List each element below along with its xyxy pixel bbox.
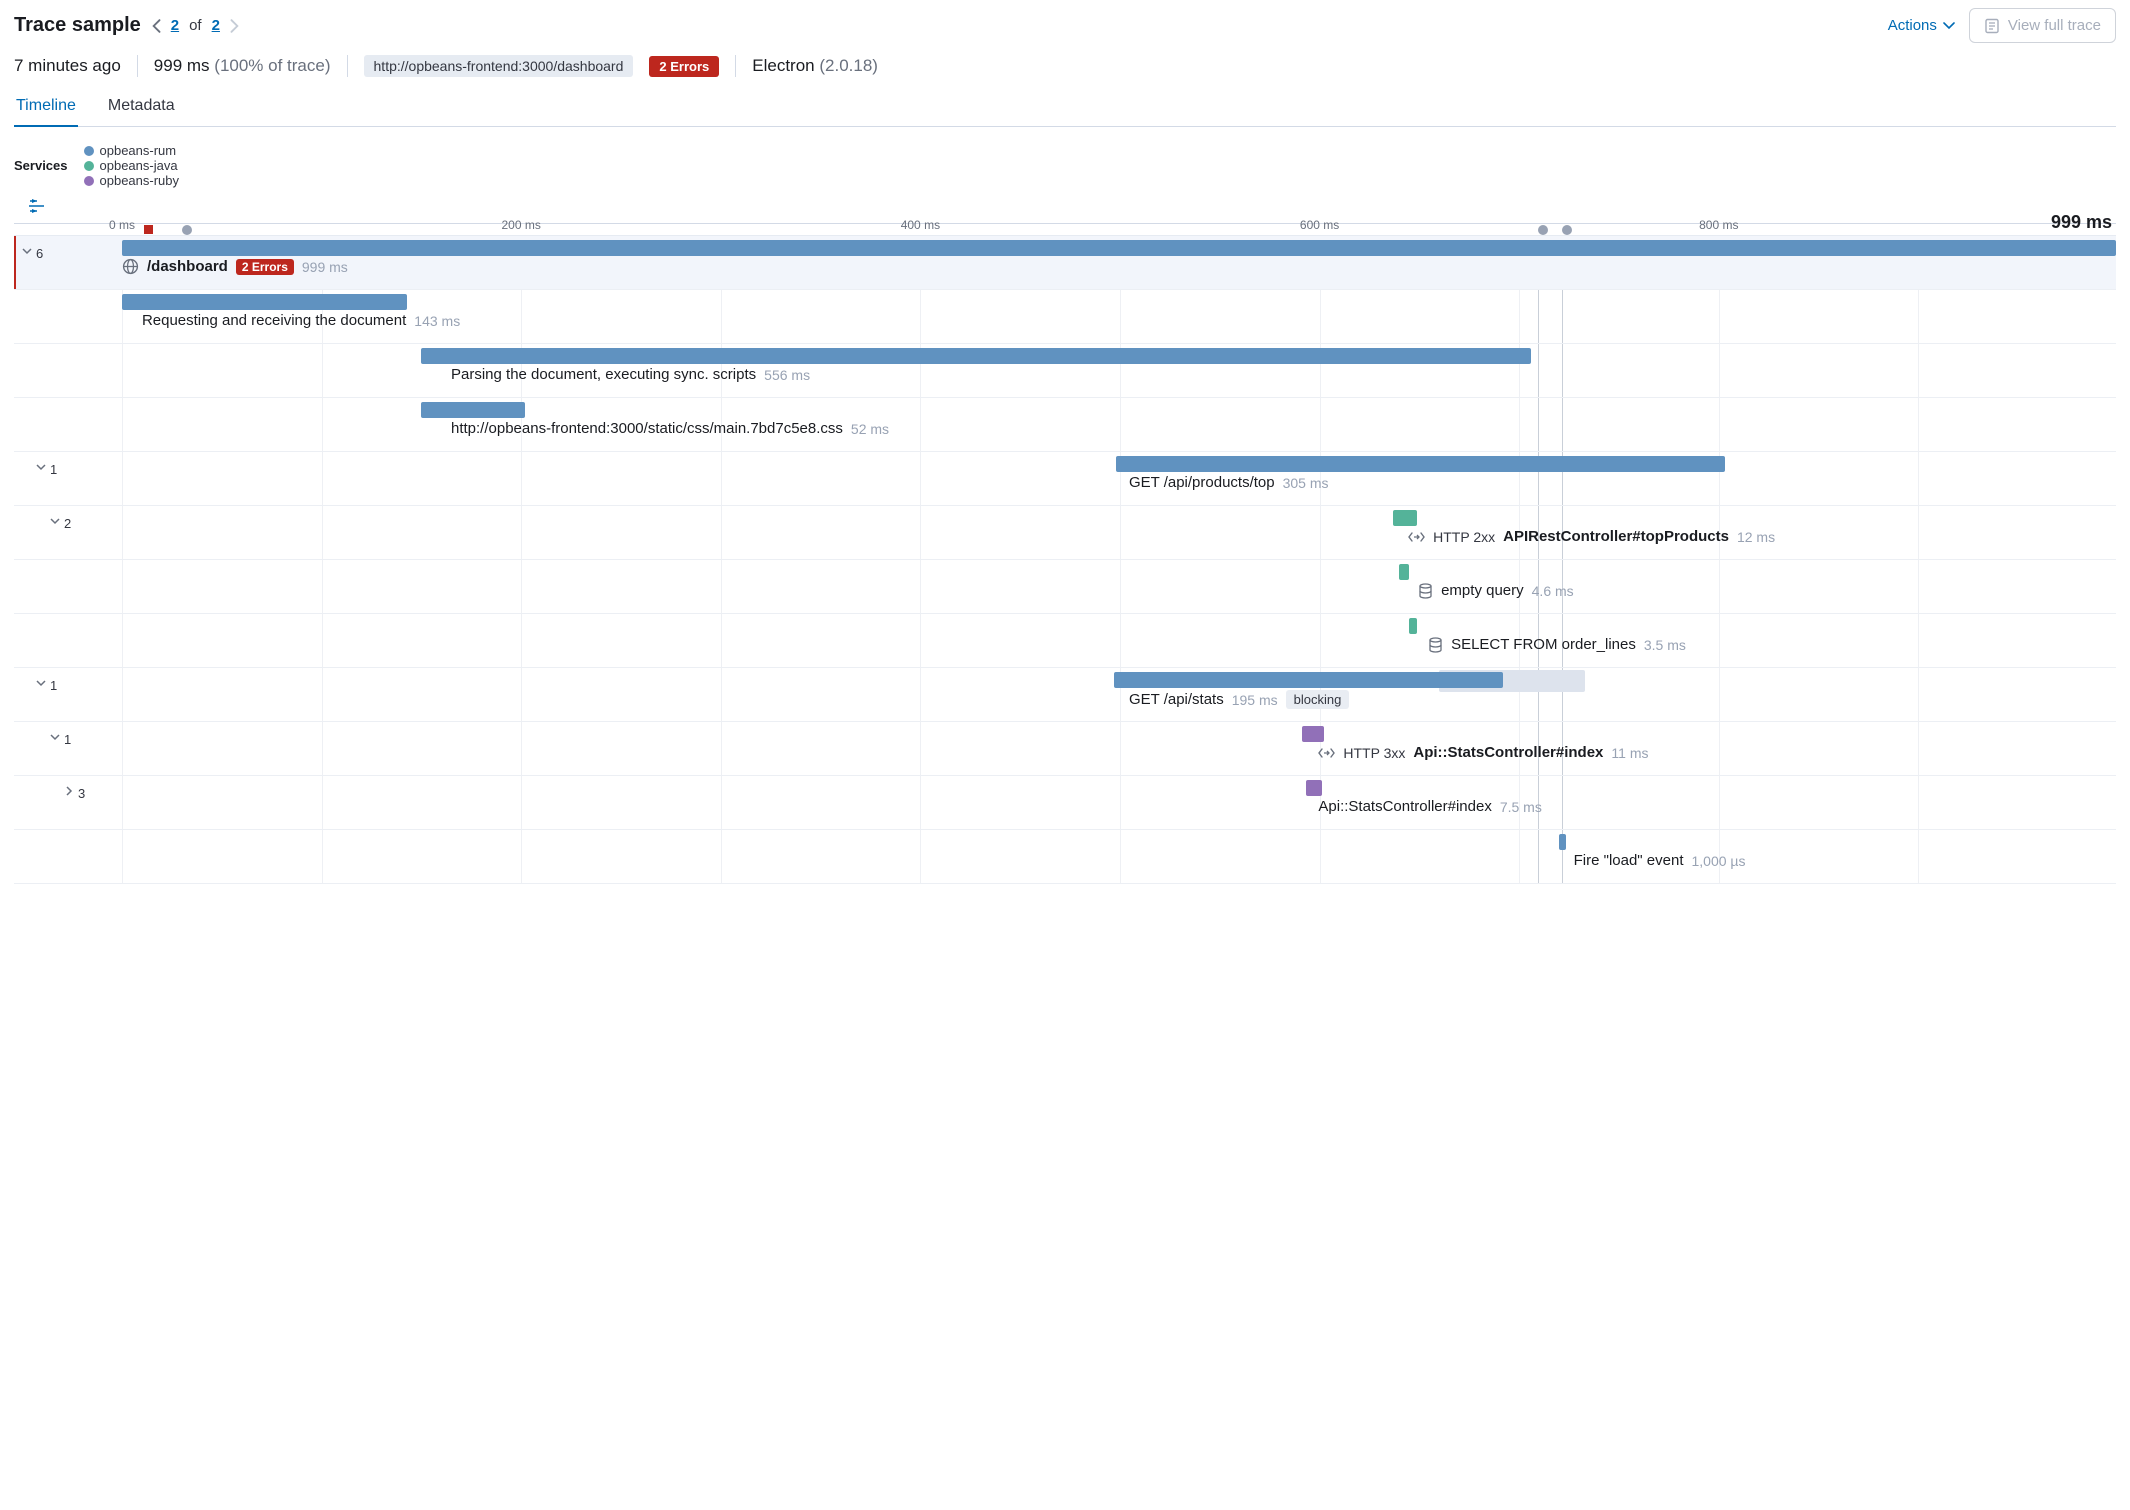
- span-duration: 999 ms: [302, 259, 348, 275]
- span-name: /dashboard: [147, 258, 228, 275]
- toggle-icon[interactable]: [64, 786, 74, 796]
- service-opbeans-rum[interactable]: opbeans-rum: [84, 143, 180, 158]
- timeline: 999 ms 0 ms200 ms400 ms600 ms800 ms 6/da…: [14, 198, 2116, 884]
- span-name: Parsing the document, executing sync. sc…: [451, 366, 756, 383]
- span-row[interactable]: Fire "load" event 1,000 µs: [14, 830, 2116, 884]
- span-bar[interactable]: [122, 240, 2116, 256]
- span-bar[interactable]: [1559, 834, 1566, 850]
- span-row[interactable]: Parsing the document, executing sync. sc…: [14, 344, 2116, 398]
- trace-meta: 7 minutes ago 999 ms (100% of trace) htt…: [14, 55, 2116, 77]
- span-bar[interactable]: [122, 294, 407, 310]
- span-name: http://opbeans-frontend:3000/static/css/…: [451, 420, 843, 437]
- span-duration: 1,000 µs: [1692, 853, 1746, 869]
- services-label: Services: [14, 158, 68, 173]
- toggle-icon[interactable]: [22, 246, 32, 256]
- page-title: Trace sample: [14, 14, 141, 37]
- marker-row: [14, 224, 2116, 236]
- pager: 2 of 2: [151, 17, 240, 34]
- span-duration: 7.5 ms: [1500, 799, 1542, 815]
- span-bar[interactable]: [1114, 672, 1503, 688]
- actions-menu[interactable]: Actions: [1888, 17, 1955, 34]
- services-legend: Services opbeans-rum opbeans-java opbean…: [14, 127, 2116, 198]
- service-opbeans-java[interactable]: opbeans-java: [84, 158, 180, 173]
- span-row[interactable]: http://opbeans-frontend:3000/static/css/…: [14, 398, 2116, 452]
- span-duration: 556 ms: [764, 367, 810, 383]
- span-duration: 12 ms: [1737, 529, 1775, 545]
- tab-metadata[interactable]: Metadata: [106, 87, 177, 126]
- span-duration: 143 ms: [414, 313, 460, 329]
- http-status: HTTP 2xx: [1433, 529, 1495, 545]
- span-bar[interactable]: [421, 402, 525, 418]
- span-duration: 305 ms: [1283, 475, 1329, 491]
- span-bar[interactable]: [1393, 510, 1417, 526]
- span-row[interactable]: SELECT FROM order_lines 3.5 ms: [14, 614, 2116, 668]
- pager-current[interactable]: 2: [171, 17, 179, 34]
- pager-prev[interactable]: [151, 19, 161, 33]
- pager-of: of: [189, 17, 202, 34]
- span-bar[interactable]: [1306, 780, 1322, 796]
- errors-badge[interactable]: 2 Errors: [649, 56, 719, 77]
- span-name: SELECT FROM order_lines: [1451, 636, 1636, 653]
- trace-duration: 999 ms (100% of trace): [154, 56, 331, 76]
- pager-next[interactable]: [230, 19, 240, 33]
- view-full-trace-button[interactable]: View full trace: [1969, 8, 2116, 43]
- header-actions: Actions View full trace: [1888, 8, 2116, 43]
- span-row[interactable]: empty query 4.6 ms: [14, 560, 2116, 614]
- span-name: Requesting and receiving the document: [142, 312, 406, 329]
- db-icon: [1418, 583, 1433, 599]
- event-marker[interactable]: [1562, 225, 1572, 235]
- span-bar[interactable]: [421, 348, 1531, 364]
- span-errors-badge[interactable]: 2 Errors: [236, 259, 294, 275]
- span-name: APIRestController#topProducts: [1503, 528, 1729, 545]
- toggle-icon[interactable]: [36, 462, 46, 472]
- collapse-all-icon[interactable]: [28, 198, 46, 214]
- service-opbeans-ruby[interactable]: opbeans-ruby: [84, 173, 180, 188]
- event-marker[interactable]: [1538, 225, 1548, 235]
- toggle-icon[interactable]: [36, 678, 46, 688]
- event-marker[interactable]: [182, 225, 192, 235]
- document-icon: [1984, 18, 2000, 34]
- tabs: Timeline Metadata: [14, 87, 2116, 127]
- span-duration: 52 ms: [851, 421, 889, 437]
- http-icon: [1318, 746, 1335, 760]
- http-status: HTTP 3xx: [1343, 745, 1405, 761]
- trace-age: 7 minutes ago: [14, 56, 121, 76]
- toggle-icon[interactable]: [50, 516, 60, 526]
- timeline-axis: 999 ms 0 ms200 ms400 ms600 ms800 ms: [14, 198, 2116, 224]
- span-row[interactable]: Requesting and receiving the document 143…: [14, 290, 2116, 344]
- span-duration: 3.5 ms: [1644, 637, 1686, 653]
- span-name: Fire "load" event: [1574, 852, 1684, 869]
- span-row[interactable]: 2HTTP 2xxAPIRestController#topProducts12…: [14, 506, 2116, 560]
- browser-info: Electron (2.0.18): [752, 56, 878, 76]
- span-name: GET /api/stats: [1129, 691, 1224, 708]
- trace-url-badge: http://opbeans-frontend:3000/dashboard: [364, 55, 634, 77]
- span-duration: 4.6 ms: [1532, 583, 1574, 599]
- header-left: Trace sample 2 of 2: [14, 14, 240, 37]
- span-name: GET /api/products/top: [1129, 474, 1275, 491]
- span-duration: 11 ms: [1611, 745, 1648, 761]
- error-marker[interactable]: [144, 225, 153, 234]
- span-row[interactable]: 1GET /api/stats195 msblocking: [14, 668, 2116, 722]
- span-row[interactable]: 1HTTP 3xxApi::StatsController#index11 ms: [14, 722, 2116, 776]
- pager-total[interactable]: 2: [212, 17, 220, 34]
- span-duration: 195 ms: [1232, 692, 1278, 708]
- span-row[interactable]: 3Api::StatsController#index7.5 ms: [14, 776, 2116, 830]
- db-icon: [1428, 637, 1443, 653]
- span-name: Api::StatsController#index: [1413, 744, 1603, 761]
- span-row[interactable]: 6/dashboard2 Errors999 ms: [14, 236, 2116, 290]
- globe-icon: [122, 258, 139, 275]
- span-pill: blocking: [1286, 690, 1350, 709]
- span-bar[interactable]: [1409, 618, 1417, 634]
- http-icon: [1408, 530, 1425, 544]
- span-bar[interactable]: [1399, 564, 1409, 580]
- span-bar[interactable]: [1116, 456, 1725, 472]
- span-row[interactable]: 1GET /api/products/top305 ms: [14, 452, 2116, 506]
- span-name: Api::StatsController#index: [1318, 798, 1491, 815]
- trace-header: Trace sample 2 of 2 Actions View full tr…: [14, 8, 2116, 43]
- span-name: empty query: [1441, 582, 1524, 599]
- span-bar[interactable]: [1302, 726, 1324, 742]
- toggle-icon[interactable]: [50, 732, 60, 742]
- tab-timeline[interactable]: Timeline: [14, 87, 78, 127]
